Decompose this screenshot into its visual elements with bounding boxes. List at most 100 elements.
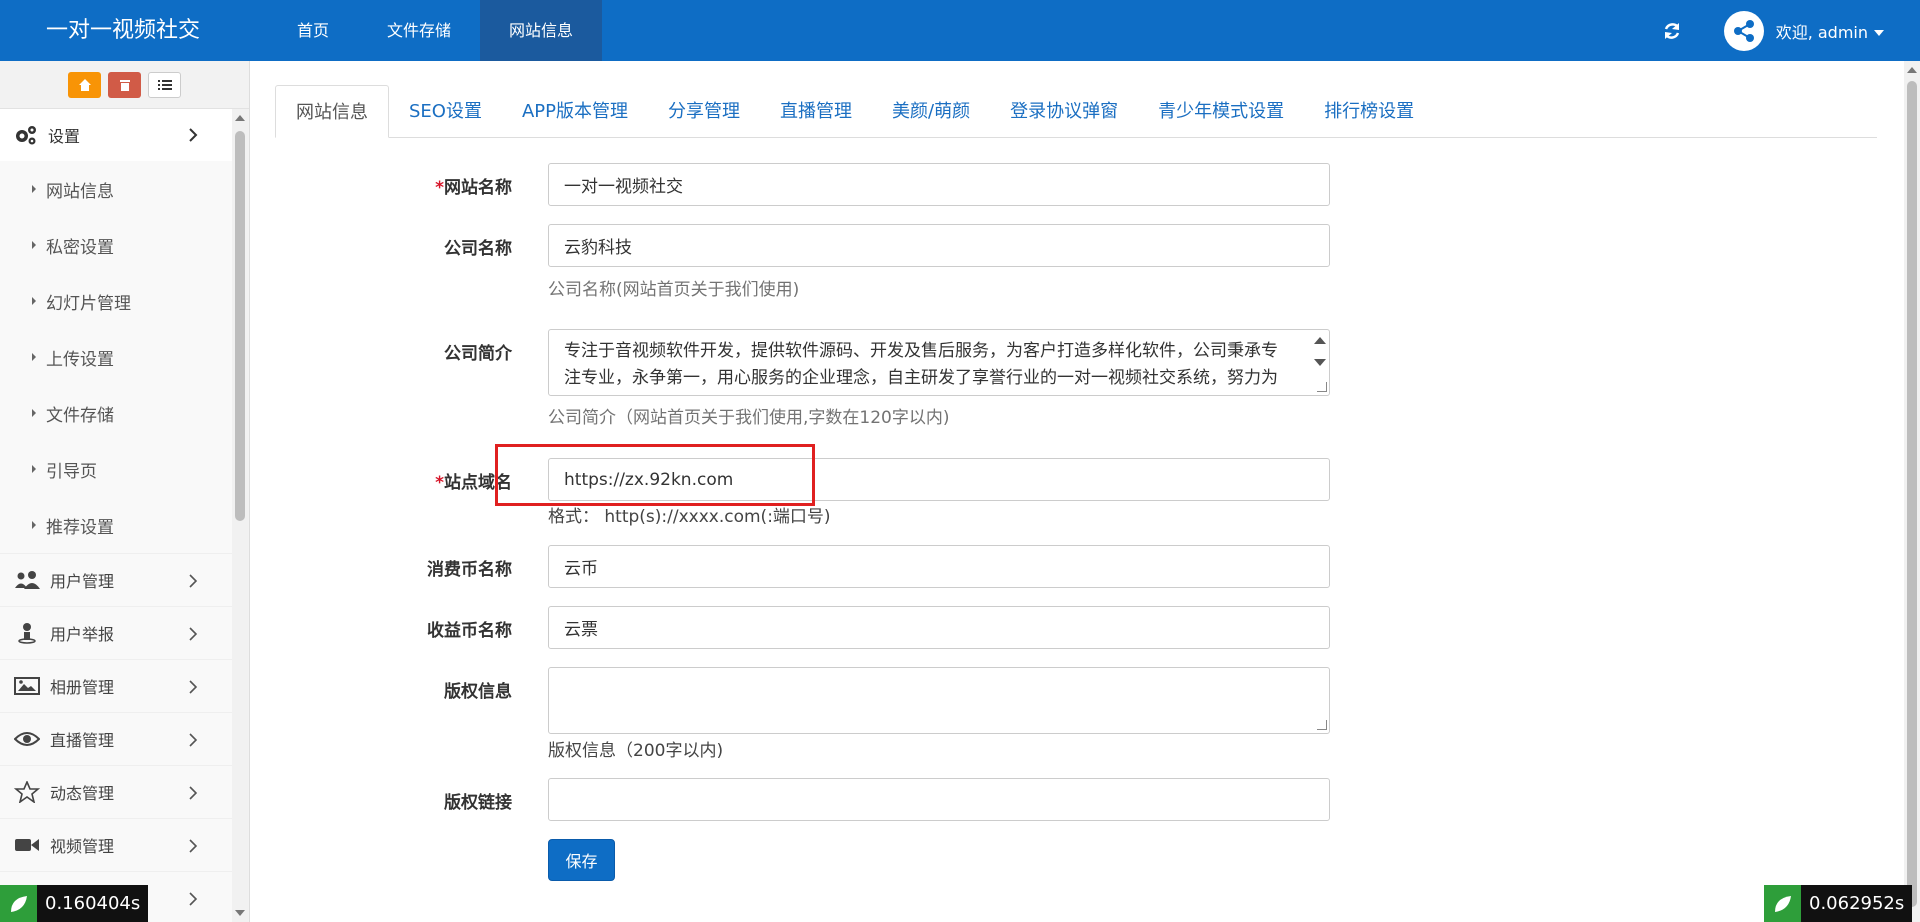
sidebar-subitem-slides[interactable]: 幻灯片管理 xyxy=(0,273,232,329)
list-button[interactable] xyxy=(148,71,181,98)
copyright-label: 版权信息 xyxy=(444,682,512,702)
sidebar-item-label: 直播管理 xyxy=(50,731,115,750)
company-intro-textarea[interactable]: 专注于音视频软件开发，提供软件源码、开发及售后服务，为客户打造多样化软件，公司秉… xyxy=(548,329,1330,396)
site-domain-input[interactable] xyxy=(548,458,1330,501)
home-button[interactable] xyxy=(68,71,101,98)
scroll-down-icon[interactable] xyxy=(1314,359,1326,366)
scroll-down-icon[interactable] xyxy=(235,910,245,916)
refresh-icon[interactable] xyxy=(1652,11,1692,51)
clear-cache-button[interactable] xyxy=(108,71,141,98)
sidebar-item-album[interactable]: 相册管理 xyxy=(0,659,232,712)
top-right-area: 欢迎, admin xyxy=(1652,0,1920,61)
coin-name-label: 消费币名称 xyxy=(427,560,512,580)
caret-down-icon xyxy=(1874,30,1884,36)
sidebar-item-user-management[interactable]: 用户管理 xyxy=(0,553,232,606)
nav-item-home[interactable]: 首页 xyxy=(268,0,358,61)
company-name-label: 公司名称 xyxy=(444,239,512,259)
scroll-up-icon[interactable] xyxy=(235,115,245,121)
timer-badge-left: 0.160404s xyxy=(0,885,149,922)
chevron-right-icon xyxy=(189,786,198,800)
timer-value: 0.160404s xyxy=(45,893,141,914)
timer-badge-right: 0.062952s xyxy=(1764,885,1913,922)
sidebar-item-label: 用户管理 xyxy=(50,572,115,591)
company-name-help: 公司名称(网站首页关于我们使用) xyxy=(548,280,800,300)
scrollbar-thumb[interactable] xyxy=(235,131,245,521)
copyright-textarea[interactable] xyxy=(548,667,1330,734)
sidebar-subitem-guide[interactable]: 引导页 xyxy=(0,441,232,497)
caret-right-icon xyxy=(32,353,36,361)
tab-beauty[interactable]: 美颜/萌颜 xyxy=(872,85,990,138)
scroll-up-icon[interactable] xyxy=(1314,337,1326,344)
caret-right-icon xyxy=(32,409,36,417)
user-report-icon xyxy=(18,623,36,644)
tab-teen-mode[interactable]: 青少年模式设置 xyxy=(1138,85,1304,138)
caret-right-icon xyxy=(32,521,36,529)
site-domain-help: 格式： http(s)://xxxx.com(:端口号) xyxy=(548,507,831,527)
sidebar-subitem-site-info[interactable]: 网站信息 xyxy=(0,161,232,217)
avatar[interactable] xyxy=(1723,10,1764,51)
tab-share[interactable]: 分享管理 xyxy=(648,85,760,138)
sidebar-menu: 设置 网站信息 私密设置 幻灯片管理 上传设置 文件存储 引导页 推荐设置 用户… xyxy=(0,109,232,922)
sidebar-subitem-upload[interactable]: 上传设置 xyxy=(0,329,232,385)
sidebar-item-live[interactable]: 直播管理 xyxy=(0,712,232,765)
sidebar-item-user-report[interactable]: 用户举报 xyxy=(0,606,232,659)
tab-seo[interactable]: SEO设置 xyxy=(389,85,502,138)
tab-live[interactable]: 直播管理 xyxy=(760,85,872,138)
resize-grip-icon[interactable] xyxy=(1317,720,1327,730)
resize-grip-icon[interactable] xyxy=(1317,382,1327,392)
video-camera-icon xyxy=(15,839,39,851)
copyright-link-input[interactable] xyxy=(548,778,1330,821)
chevron-right-icon xyxy=(189,680,198,694)
sidebar-subitem-label: 私密设置 xyxy=(46,237,114,258)
save-button[interactable]: 保存 xyxy=(548,839,615,881)
scrollbar-thumb[interactable] xyxy=(1907,81,1917,907)
sidebar-subitem-privacy[interactable]: 私密设置 xyxy=(0,217,232,273)
sidebar-item-moments[interactable]: 动态管理 xyxy=(0,765,232,818)
chevron-right-icon xyxy=(189,627,198,641)
top-nav: 首页 文件存储 网站信息 xyxy=(268,0,603,61)
chevron-right-icon xyxy=(189,574,198,588)
sidebar-subitem-label: 引导页 xyxy=(46,461,97,482)
settings-tabs: 网站信息 SEO设置 APP版本管理 分享管理 直播管理 美颜/萌颜 登录协议弹… xyxy=(275,85,1877,138)
chevron-right-icon xyxy=(189,733,198,747)
scroll-up-icon[interactable] xyxy=(1907,67,1917,73)
sidebar: 设置 网站信息 私密设置 幻灯片管理 上传设置 文件存储 引导页 推荐设置 用户… xyxy=(0,61,250,922)
trash-icon xyxy=(119,79,130,91)
brand-title[interactable]: 一对一视频社交 xyxy=(46,0,200,61)
coin-name-input[interactable] xyxy=(548,545,1330,588)
share-network-icon xyxy=(1733,19,1754,42)
image-icon xyxy=(14,677,40,695)
required-mark: * xyxy=(435,178,444,198)
caret-right-icon xyxy=(32,185,36,193)
user-menu[interactable]: 欢迎, admin xyxy=(1776,19,1884,43)
star-icon xyxy=(14,781,40,803)
sidebar-subitem-file-storage[interactable]: 文件存储 xyxy=(0,385,232,441)
timer-value: 0.062952s xyxy=(1809,893,1905,914)
site-name-label: *网站名称 xyxy=(251,173,512,198)
earn-name-label: 收益币名称 xyxy=(427,621,512,641)
sidebar-item-settings[interactable]: 设置 xyxy=(0,109,232,161)
eye-icon xyxy=(14,732,40,746)
sidebar-subitem-label: 幻灯片管理 xyxy=(46,293,131,314)
sidebar-subitem-recommend[interactable]: 推荐设置 xyxy=(0,497,232,553)
site-name-input[interactable] xyxy=(548,163,1330,206)
nav-item-file-storage[interactable]: 文件存储 xyxy=(358,0,480,61)
caret-right-icon xyxy=(32,297,36,305)
sidebar-subitem-label: 文件存储 xyxy=(46,405,114,426)
sidebar-scrollbar[interactable] xyxy=(232,109,248,922)
sidebar-item-label: 视频管理 xyxy=(50,837,115,856)
tab-site-info[interactable]: 网站信息 xyxy=(275,85,389,138)
company-name-input[interactable] xyxy=(548,224,1330,267)
label-text: 网站名称 xyxy=(444,178,512,198)
tab-login-agreement[interactable]: 登录协议弹窗 xyxy=(990,85,1138,138)
page-scrollbar[interactable] xyxy=(1904,61,1920,922)
earn-name-input[interactable] xyxy=(548,606,1330,649)
leaf-logo-icon xyxy=(1764,885,1801,922)
main-content: 网站信息 SEO设置 APP版本管理 分享管理 直播管理 美颜/萌颜 登录协议弹… xyxy=(251,61,1904,922)
tab-ranking[interactable]: 排行榜设置 xyxy=(1304,85,1434,138)
tab-app-version[interactable]: APP版本管理 xyxy=(502,85,648,138)
copyright-link-label: 版权链接 xyxy=(444,793,512,813)
nav-item-site-info[interactable]: 网站信息 xyxy=(480,0,603,61)
sidebar-item-video[interactable]: 视频管理 xyxy=(0,818,232,871)
caret-right-icon xyxy=(32,241,36,249)
